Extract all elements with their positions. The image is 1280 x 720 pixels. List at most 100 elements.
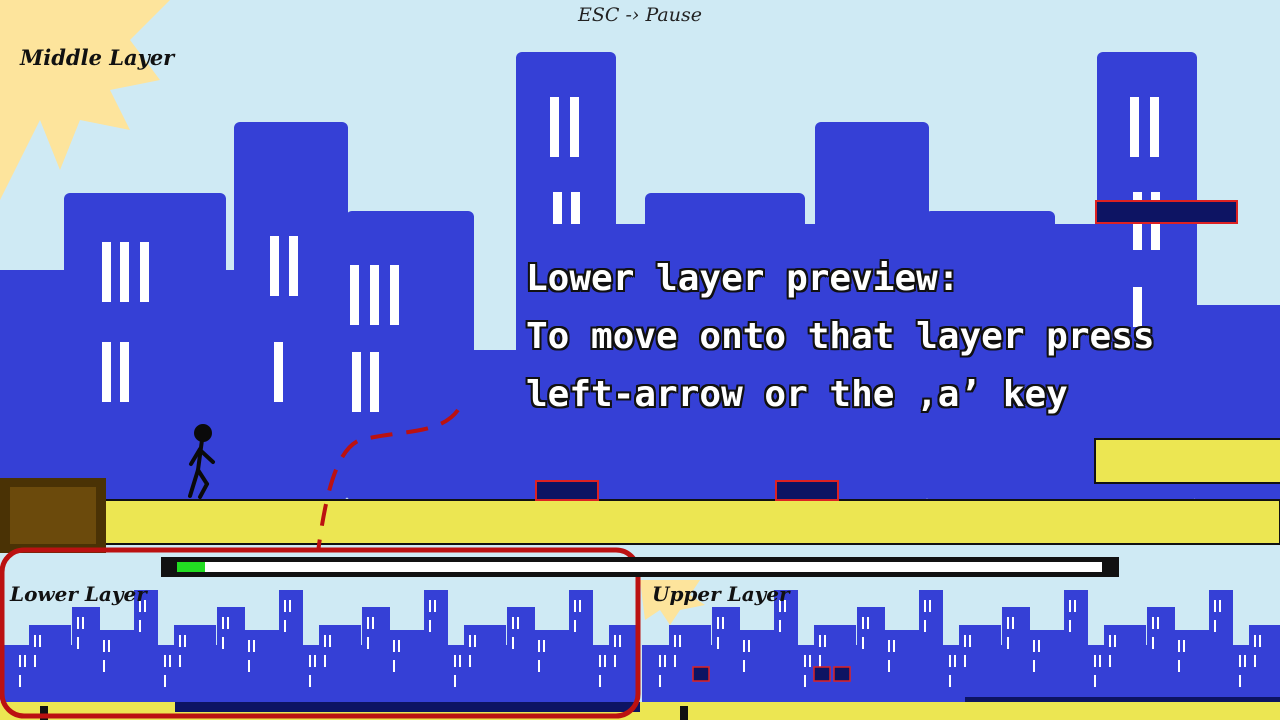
preview-window [77, 637, 79, 649]
preview-window [1244, 655, 1246, 667]
preview-window [1239, 675, 1241, 687]
preview-window [1239, 655, 1241, 667]
preview-window [393, 660, 395, 672]
ground [0, 499, 1280, 545]
preview-window [964, 635, 966, 647]
preview-window [24, 655, 26, 667]
preview-window [717, 617, 719, 629]
preview-window [82, 617, 84, 629]
preview-window [1094, 675, 1096, 687]
upper-preview-obstacle [813, 666, 831, 682]
preview-window [1254, 635, 1256, 647]
preview-window [324, 635, 326, 647]
preview-window [179, 635, 181, 647]
preview-window [543, 640, 545, 652]
tutorial-line: left-arrow or the ‚a’ key [526, 374, 1068, 415]
ground-obstacle [535, 480, 599, 501]
preview-window [888, 640, 890, 652]
preview-window [227, 617, 229, 629]
preview-window [969, 635, 971, 647]
preview-window [743, 640, 745, 652]
preview-window [574, 600, 576, 612]
preview-window [309, 655, 311, 667]
preview-window [819, 655, 821, 667]
preview-window [77, 617, 79, 629]
preview-window [222, 617, 224, 629]
preview-window [659, 655, 661, 667]
preview-window [824, 635, 826, 647]
preview-window [474, 635, 476, 647]
tutorial-text: Lower layer preview: To move onto that l… [526, 250, 1226, 424]
preview-window [372, 617, 374, 629]
preview-building [712, 607, 740, 702]
preview-window [1219, 600, 1221, 612]
preview-window [248, 640, 250, 652]
preview-window [893, 640, 895, 652]
preview-window [862, 637, 864, 649]
preview-window [1069, 620, 1071, 632]
level-progress-bar [161, 557, 1119, 577]
preview-window [459, 655, 461, 667]
preview-building [1147, 607, 1175, 702]
preview-window [19, 675, 21, 687]
preview-window [367, 637, 369, 649]
preview-window [454, 655, 456, 667]
preview-window [1033, 660, 1035, 672]
preview-building [1002, 607, 1030, 702]
preview-window [367, 617, 369, 629]
preview-window [517, 617, 519, 629]
preview-window [309, 675, 311, 687]
preview-window [804, 675, 806, 687]
preview-window [1178, 660, 1180, 672]
preview-window [19, 655, 21, 667]
preview-window [222, 637, 224, 649]
preview-window [862, 617, 864, 629]
preview-window [1214, 620, 1216, 632]
preview-window [1254, 655, 1256, 667]
preview-window [324, 655, 326, 667]
upper-preview-ground-dark [965, 697, 1280, 702]
preview-window [1069, 600, 1071, 612]
ground-obstacle [775, 480, 839, 501]
preview-building [857, 607, 885, 702]
preview-window [284, 600, 286, 612]
preview-window [108, 640, 110, 652]
preview-window [289, 600, 291, 612]
preview-window [39, 635, 41, 647]
preview-window [619, 635, 621, 647]
lower-layer-label: Lower Layer [10, 582, 147, 606]
preview-window [248, 660, 250, 672]
preview-window [888, 660, 890, 672]
preview-window [469, 655, 471, 667]
preview-window [1109, 655, 1111, 667]
preview-window [284, 620, 286, 632]
preview-window [722, 617, 724, 629]
preview-window [169, 655, 171, 667]
preview-window [679, 635, 681, 647]
preview-window [454, 675, 456, 687]
preview-window [614, 635, 616, 647]
preview-window [393, 640, 395, 652]
preview-window [538, 640, 540, 652]
upper-layer-label: Upper Layer [652, 582, 790, 606]
preview-building [1249, 625, 1280, 702]
preview-window [1178, 640, 1180, 652]
preview-window [34, 655, 36, 667]
preview-window [1152, 637, 1154, 649]
preview-window [674, 635, 676, 647]
preview-window [1152, 617, 1154, 629]
preview-window [779, 620, 781, 632]
preview-window [748, 640, 750, 652]
preview-window [804, 655, 806, 667]
preview-window [604, 655, 606, 667]
preview-window [512, 637, 514, 649]
preview-window [34, 635, 36, 647]
preview-window [599, 655, 601, 667]
preview-window [1214, 600, 1216, 612]
preview-window [743, 660, 745, 672]
preview-window [614, 655, 616, 667]
preview-window [1012, 617, 1014, 629]
preview-window [184, 635, 186, 647]
preview-building [609, 625, 638, 702]
upper-preview-obstacle [833, 666, 851, 682]
